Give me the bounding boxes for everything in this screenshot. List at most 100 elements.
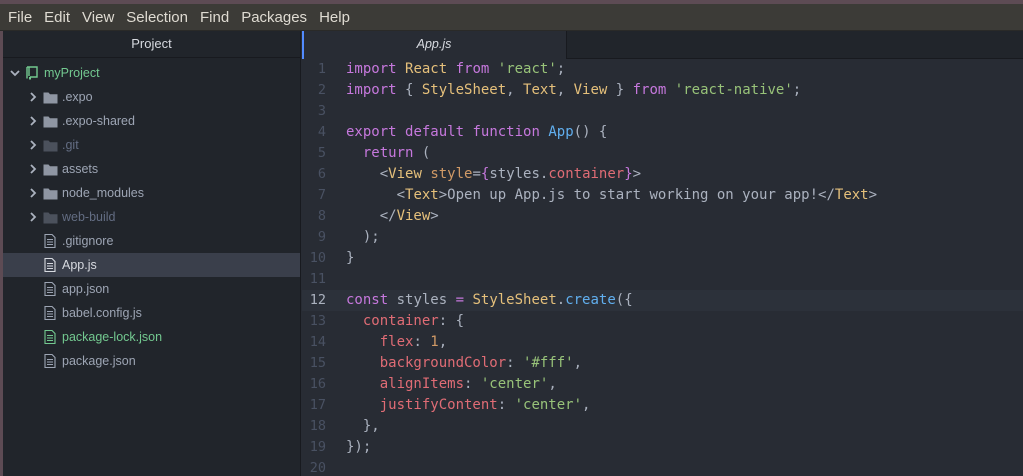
code-line[interactable]: 11 bbox=[302, 269, 1023, 290]
tree-folder[interactable]: web-build bbox=[3, 205, 300, 229]
menu-file[interactable]: File bbox=[2, 4, 38, 31]
code-token: alignItems bbox=[379, 376, 465, 392]
code-token: ; bbox=[792, 82, 802, 98]
code-line[interactable]: 7 <Text>Open up App.js to start working … bbox=[302, 185, 1023, 206]
code-line[interactable]: 20 bbox=[302, 458, 1023, 476]
code-line[interactable]: 15 backgroundColor: '#fff', bbox=[302, 353, 1023, 374]
code-token: >Open up App.js to start working on your… bbox=[438, 187, 835, 203]
tab-bar: App.js bbox=[302, 31, 1023, 59]
chevron-right-icon[interactable] bbox=[26, 139, 40, 151]
chevron-right-icon[interactable] bbox=[26, 187, 40, 199]
code-line[interactable]: 13 container: { bbox=[302, 311, 1023, 332]
tree-file[interactable]: package.json bbox=[3, 349, 300, 373]
tree-item-label: babel.config.js bbox=[62, 306, 142, 320]
code-line[interactable]: 16 alignItems: 'center', bbox=[302, 374, 1023, 395]
line-number: 2 bbox=[317, 82, 326, 98]
code-token: container bbox=[548, 166, 625, 182]
menu-edit[interactable]: Edit bbox=[38, 4, 76, 31]
code-token: export bbox=[346, 124, 397, 140]
menu-view[interactable]: View bbox=[76, 4, 120, 31]
code-token: } bbox=[346, 250, 355, 266]
code-text: </View> bbox=[346, 206, 439, 227]
file-icon bbox=[40, 258, 60, 272]
chevron-right-icon[interactable] bbox=[26, 163, 40, 175]
tree-folder[interactable]: assets bbox=[3, 157, 300, 181]
line-number: 9 bbox=[317, 229, 326, 245]
code-token: Text bbox=[523, 82, 557, 98]
tree-root-myproject[interactable]: myProject bbox=[3, 61, 300, 85]
code-text: export default function App() { bbox=[346, 122, 607, 143]
code-line[interactable]: 8 </View> bbox=[302, 206, 1023, 227]
line-number: 5 bbox=[317, 145, 326, 161]
code-line[interactable]: 9 ); bbox=[302, 227, 1023, 248]
tree-folder[interactable]: node_modules bbox=[3, 181, 300, 205]
code-token: </ bbox=[346, 208, 397, 224]
chevron-right-icon[interactable] bbox=[26, 211, 40, 223]
tree-item-label: .git bbox=[62, 138, 79, 152]
code-line[interactable]: 10} bbox=[302, 248, 1023, 269]
tree-file[interactable]: .gitignore bbox=[3, 229, 300, 253]
code-line[interactable]: 1 import React from 'react'; bbox=[302, 59, 1023, 80]
tree-folder[interactable]: .expo bbox=[3, 85, 300, 109]
code-token: StyleSheet bbox=[421, 82, 507, 98]
code-line[interactable]: 17 justifyContent: 'center', bbox=[302, 395, 1023, 416]
chevron-right-icon[interactable] bbox=[26, 91, 40, 103]
chevron-right-icon[interactable] bbox=[26, 115, 40, 127]
code-line[interactable]: 2 import { StyleSheet, Text, View } from … bbox=[302, 80, 1023, 101]
code-token: import bbox=[346, 61, 397, 77]
code-token: App bbox=[548, 124, 574, 140]
line-number: 14 bbox=[309, 334, 326, 350]
menu-packages[interactable]: Packages bbox=[235, 4, 313, 31]
code-token: }, bbox=[346, 418, 380, 434]
menu-help[interactable]: Help bbox=[313, 4, 356, 31]
tree-item-label: web-build bbox=[62, 210, 116, 224]
code-line[interactable]: 19}); bbox=[302, 437, 1023, 458]
code-text: const styles = StyleSheet.create({ bbox=[346, 290, 633, 311]
code-line[interactable]: 14 flex: 1, bbox=[302, 332, 1023, 353]
tree-view-panel: Project myProject .expo .expo-shared .git as… bbox=[0, 31, 301, 476]
code-token: 'center' bbox=[514, 397, 583, 413]
code-text: container: { bbox=[346, 311, 464, 332]
code-line[interactable]: 18 }, bbox=[302, 416, 1023, 437]
tree-folder[interactable]: .expo-shared bbox=[3, 109, 300, 133]
code-token: from bbox=[455, 61, 490, 77]
code-text: } bbox=[346, 248, 354, 269]
code-line[interactable]: 6 <View style={styles.container}> bbox=[302, 164, 1023, 185]
code-token: Text bbox=[834, 187, 869, 203]
folder-icon bbox=[40, 163, 60, 176]
code-token: StyleSheet bbox=[472, 292, 557, 308]
code-token: React bbox=[405, 61, 448, 77]
tree-file[interactable]: app.json bbox=[3, 277, 300, 301]
code-line[interactable]: 12 const styles = StyleSheet.create({ bbox=[302, 290, 1023, 311]
code-line[interactable]: 5 return ( bbox=[302, 143, 1023, 164]
code-token: default bbox=[405, 124, 465, 140]
code-token: justifyContent bbox=[379, 397, 498, 413]
code-line[interactable]: 3 bbox=[302, 101, 1023, 122]
tree-file[interactable]: babel.config.js bbox=[3, 301, 300, 325]
menu-find[interactable]: Find bbox=[194, 4, 235, 31]
menu-selection[interactable]: Selection bbox=[120, 4, 194, 31]
code-token: = bbox=[455, 292, 465, 308]
tree-file[interactable]: App.js bbox=[0, 253, 300, 277]
code-token: 'react-native' bbox=[674, 82, 793, 98]
folder-icon bbox=[40, 211, 60, 224]
tree-folder[interactable]: .git bbox=[3, 133, 300, 157]
code-token: styles bbox=[388, 292, 456, 308]
code-token: } bbox=[624, 166, 633, 182]
code-token: flex bbox=[379, 334, 414, 350]
code-token: return bbox=[362, 145, 414, 161]
tree-item-label: .gitignore bbox=[62, 234, 114, 248]
code-editor[interactable]: 1 import React from 'react'; 2 import { Sty… bbox=[302, 59, 1023, 476]
code-token: > bbox=[632, 166, 642, 182]
code-token: , bbox=[582, 397, 591, 413]
chevron-down-icon[interactable] bbox=[8, 67, 22, 79]
code-line[interactable]: 4 export default function App() { bbox=[302, 122, 1023, 143]
tab-app-js[interactable]: App.js bbox=[302, 31, 567, 59]
tree-file[interactable]: package-lock.json bbox=[3, 325, 300, 349]
file-icon bbox=[40, 306, 60, 320]
